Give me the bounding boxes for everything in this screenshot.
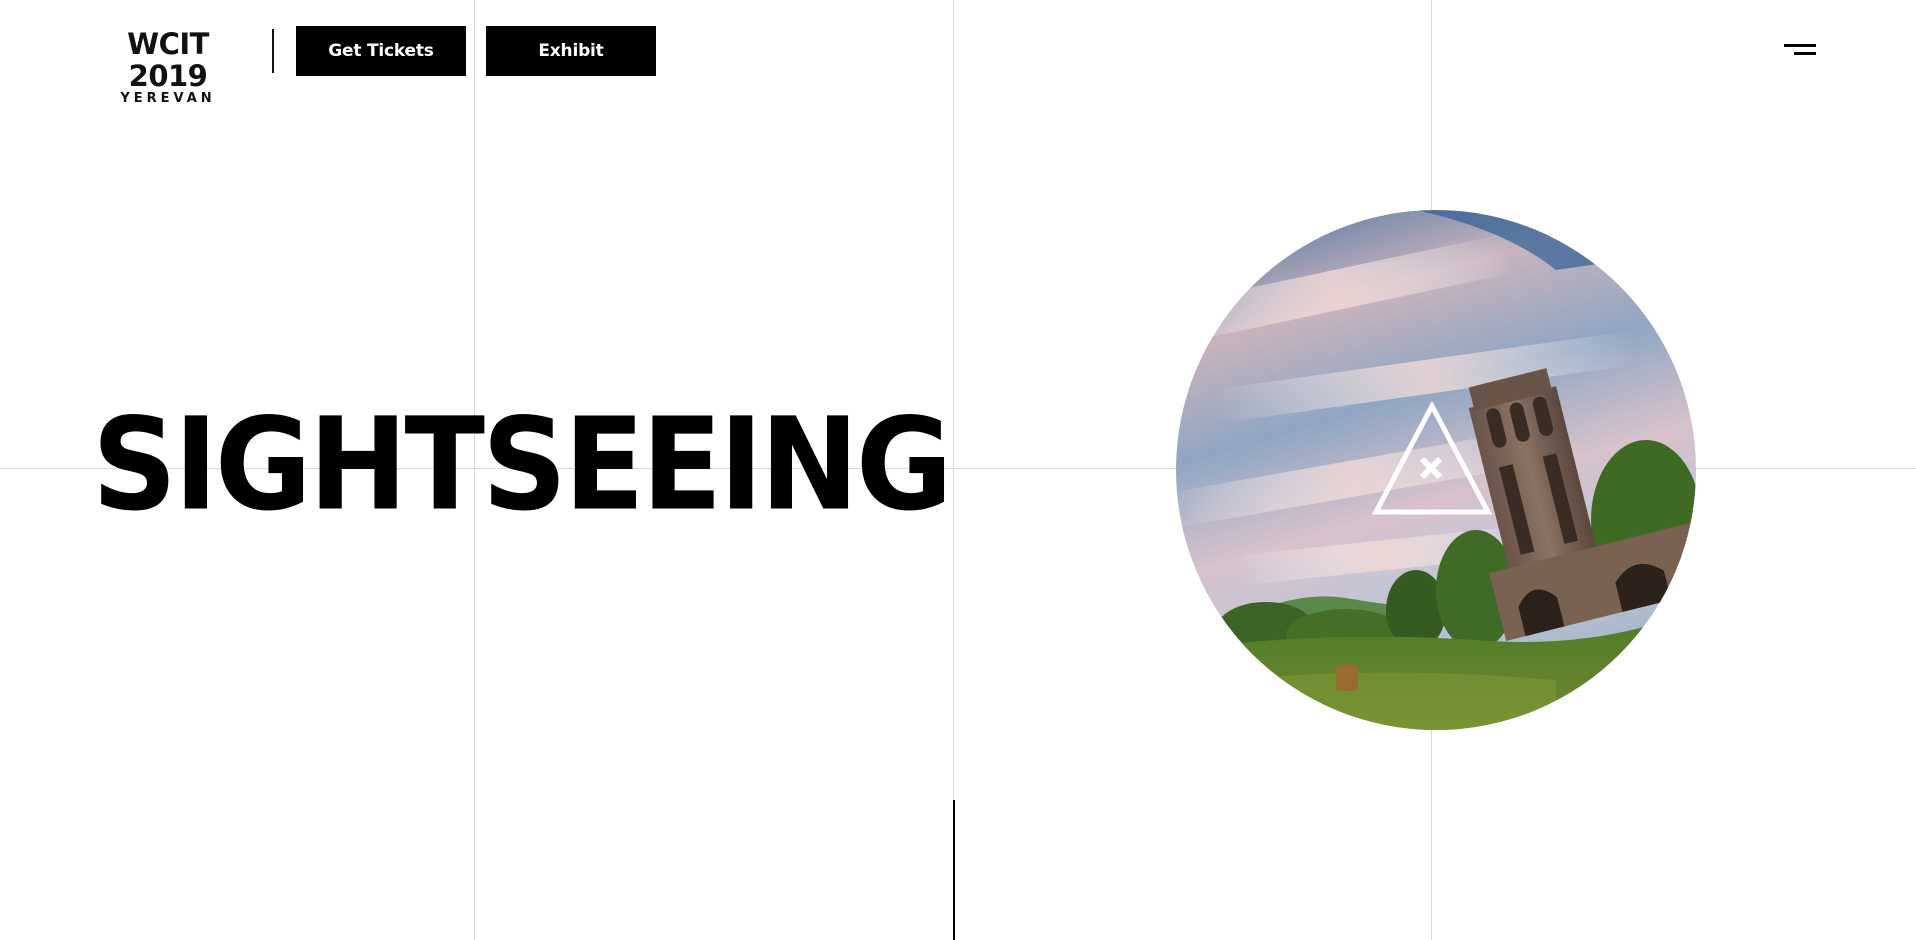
scroll-indicator-line bbox=[953, 800, 955, 940]
site-logo[interactable]: WCIT 2019 YEREVAN bbox=[96, 28, 240, 106]
menu-bar bbox=[1784, 44, 1816, 47]
exhibit-button[interactable]: Exhibit bbox=[486, 26, 656, 76]
grid-line-vertical bbox=[953, 0, 954, 940]
page: WCIT 2019 YEREVAN Get Tickets Exhibit SI… bbox=[0, 0, 1916, 940]
header-divider bbox=[272, 29, 274, 73]
menu-bar bbox=[1794, 52, 1816, 55]
logo-title: WCIT 2019 bbox=[127, 27, 209, 93]
triangle-icon[interactable] bbox=[1371, 400, 1493, 518]
page-title: SIGHTSEEING bbox=[92, 389, 953, 539]
get-tickets-button[interactable]: Get Tickets bbox=[296, 26, 466, 76]
close-icon bbox=[1419, 456, 1443, 480]
hamburger-menu-icon[interactable] bbox=[1780, 40, 1820, 62]
logo-subtitle: YEREVAN bbox=[120, 91, 216, 106]
